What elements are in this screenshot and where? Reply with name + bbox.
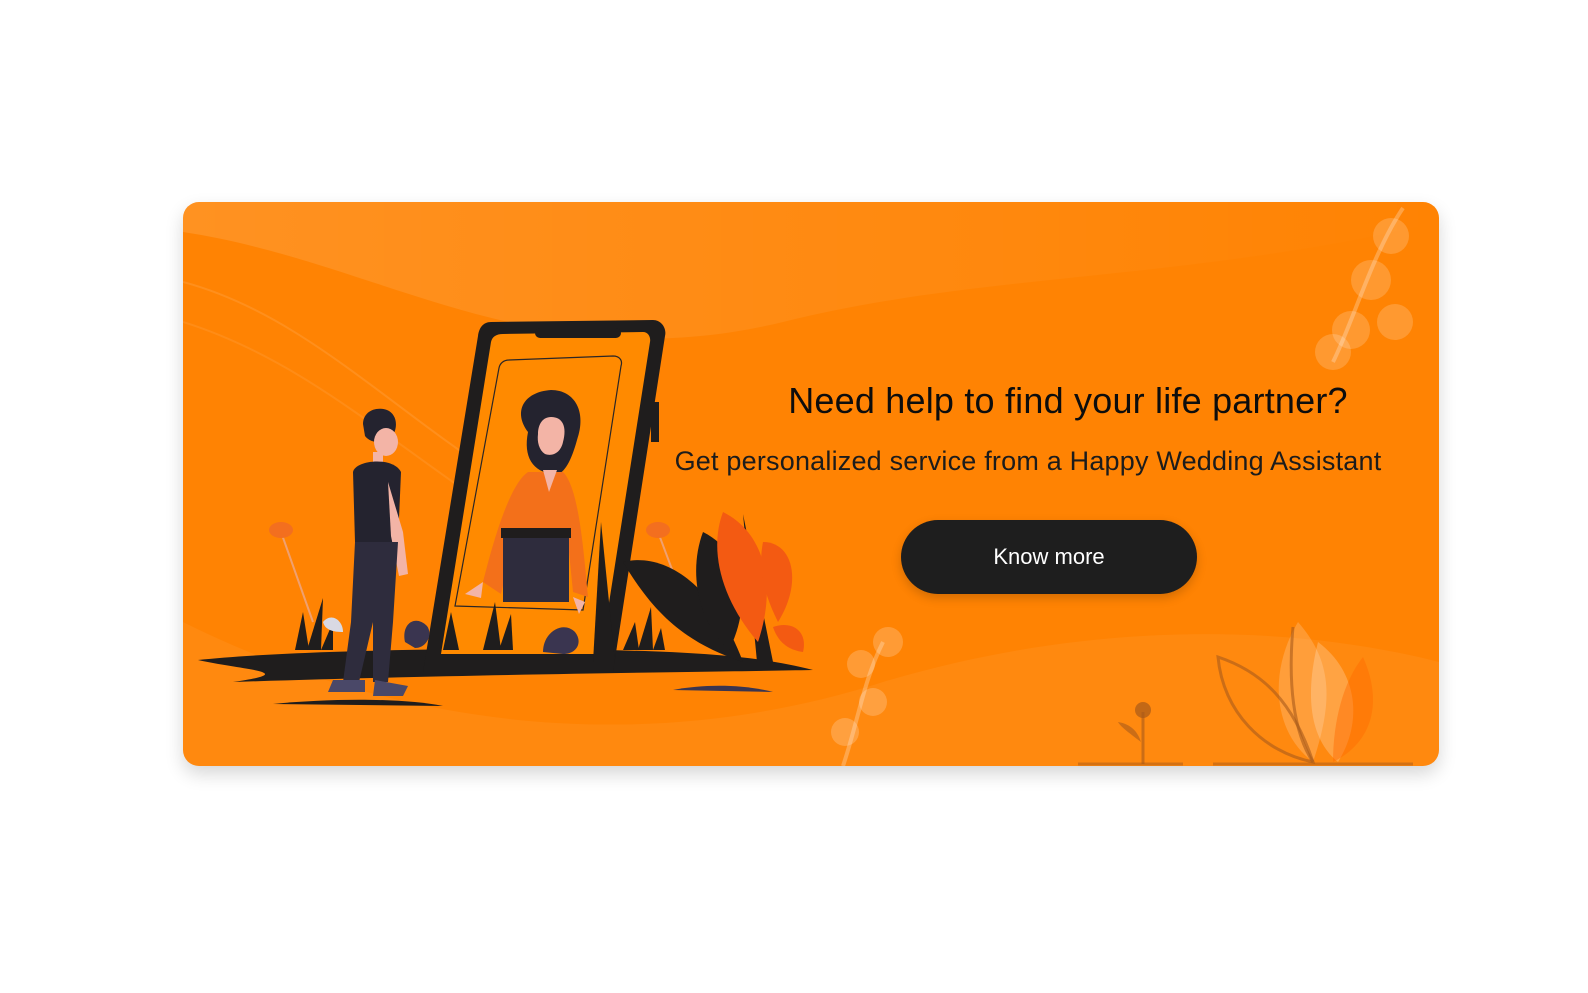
promo-banner: Need help to find your life partner? Get… bbox=[183, 202, 1439, 766]
couple-phone-illustration-icon bbox=[198, 320, 813, 706]
know-more-button[interactable]: Know more bbox=[901, 520, 1197, 594]
banner-subline: Get personalized service from a Happy We… bbox=[674, 446, 1382, 476]
banner-headline: Need help to find your life partner? bbox=[788, 380, 1348, 421]
